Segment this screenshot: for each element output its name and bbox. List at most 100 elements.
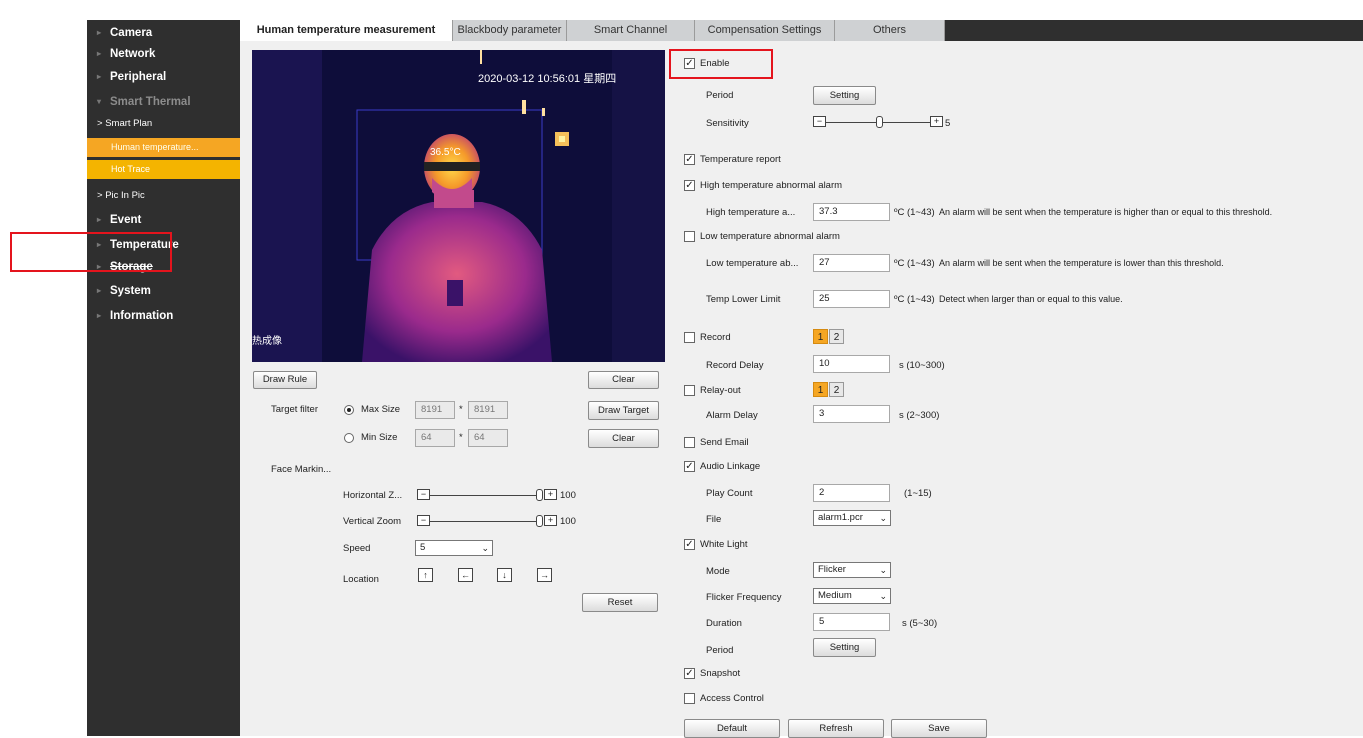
duration-field[interactable]: 5 <box>813 613 890 631</box>
plus-icon[interactable]: + <box>930 116 943 127</box>
record-checkbox[interactable] <box>684 332 695 343</box>
file-select[interactable]: alarm1.pcr ⌄ <box>813 510 891 526</box>
send-email-checkbox[interactable] <box>684 437 695 448</box>
up-arrow-icon[interactable]: ↑ <box>418 568 433 582</box>
alarm-delay-label: Alarm Delay <box>706 410 758 421</box>
sidebar-item-peripheral[interactable]: ▸ Peripheral <box>87 66 240 88</box>
sidebar-item-smart-plan[interactable]: > Smart Plan <box>87 114 240 134</box>
vertical-zoom-knob[interactable] <box>536 515 543 527</box>
horizontal-zoom-knob[interactable] <box>536 489 543 501</box>
flicker-frequency-select[interactable]: Medium ⌄ <box>813 588 891 604</box>
vertical-zoom-label: Vertical Zoom <box>343 516 402 527</box>
vertical-zoom-slider[interactable] <box>430 521 536 522</box>
sensitivity-knob[interactable] <box>876 116 883 128</box>
record-delay-field[interactable]: 10 <box>813 355 890 373</box>
draw-target-button[interactable]: Draw Target <box>588 401 659 420</box>
max-size-height-field[interactable]: 8191 <box>468 401 508 419</box>
tab-compensation[interactable]: Compensation Settings <box>695 20 835 41</box>
period2-setting-button[interactable]: Setting <box>813 638 876 657</box>
temp-lower-limit-field[interactable]: 25 <box>813 290 890 308</box>
max-size-width-field[interactable]: 8191 <box>415 401 455 419</box>
draw-rule-button[interactable]: Draw Rule <box>253 371 317 389</box>
tab-human-temperature[interactable]: Human temperature measurement <box>240 20 453 41</box>
min-size-width-field[interactable]: 64 <box>415 429 455 447</box>
snapshot-checkbox[interactable]: ✓ <box>684 668 695 679</box>
refresh-button[interactable]: Refresh <box>788 719 884 738</box>
tab-smart-channel[interactable]: Smart Channel <box>567 20 695 41</box>
sidebar-item-network[interactable]: ▸ Network <box>87 43 240 65</box>
record-channel-2[interactable]: 2 <box>829 329 844 344</box>
relay-channel-1[interactable]: 1 <box>813 382 828 397</box>
low-threshold-field[interactable]: 27 <box>813 254 890 272</box>
left-arrow-icon[interactable]: ← <box>458 568 473 582</box>
speed-select[interactable]: 5 ⌄ <box>415 540 493 556</box>
mode-label: Mode <box>706 566 730 577</box>
high-alarm-checkbox[interactable]: ✓ <box>684 180 695 191</box>
min-size-height-field[interactable]: 64 <box>468 429 508 447</box>
sidebar-item-hot-trace[interactable]: Hot Trace <box>87 160 240 179</box>
horizontal-zoom-slider[interactable] <box>430 495 536 496</box>
speed-select-value: 5 <box>420 542 426 553</box>
tab-blackbody[interactable]: Blackbody parameter <box>453 20 567 41</box>
mode-select-value: Flicker <box>818 564 846 575</box>
chevron-down-icon: ⌄ <box>879 565 887 575</box>
clear-rule-button[interactable]: Clear <box>588 371 659 389</box>
low-alarm-label: Low temperature abnormal alarm <box>700 231 840 242</box>
audio-linkage-checkbox[interactable]: ✓ <box>684 461 695 472</box>
sidebar-item-human-temperature[interactable]: Human temperature... <box>87 138 240 157</box>
chevron-down-icon: ⌄ <box>481 543 489 553</box>
temp-lower-limit-label: Temp Lower Limit <box>706 294 781 305</box>
relay-out-checkbox[interactable] <box>684 385 695 396</box>
chevron-right-icon: ▸ <box>97 49 102 58</box>
sidebar-item-camera[interactable]: ▸ Camera <box>87 22 240 44</box>
plus-icon[interactable]: + <box>544 515 557 526</box>
sidebar-item-label: Information <box>110 310 174 322</box>
tab-others[interactable]: Others <box>835 20 945 41</box>
reset-button[interactable]: Reset <box>582 593 658 612</box>
high-threshold-field[interactable]: 37.3 <box>813 203 890 221</box>
record-channel-1[interactable]: 1 <box>813 329 828 344</box>
thermal-video[interactable]: 2020-03-12 10:56:01 星期四 36.5°C 热成像 <box>252 50 665 362</box>
sidebar-item-label: Smart Thermal <box>110 96 191 108</box>
sidebar-item-label: Peripheral <box>110 71 167 83</box>
chevron-down-icon: ⌄ <box>879 591 887 601</box>
min-size-radio[interactable] <box>344 433 354 443</box>
access-control-checkbox[interactable] <box>684 693 695 704</box>
default-button[interactable]: Default <box>684 719 780 738</box>
low-alarm-checkbox[interactable] <box>684 231 695 242</box>
sidebar-item-information[interactable]: ▸ Information <box>87 305 240 327</box>
sidebar-item-label: Smart Plan <box>105 118 153 129</box>
speed-label: Speed <box>343 543 371 554</box>
lower-description: Detect when larger than or equal to this… <box>939 294 1123 304</box>
white-light-checkbox[interactable]: ✓ <box>684 539 695 550</box>
period-setting-button[interactable]: Setting <box>813 86 876 105</box>
minus-icon[interactable]: − <box>417 515 430 526</box>
min-size-label: Min Size <box>361 432 398 443</box>
minus-icon[interactable]: − <box>417 489 430 500</box>
highlight-box-temperature <box>10 232 172 272</box>
high-description: An alarm will be sent when the temperatu… <box>939 207 1273 217</box>
plus-icon[interactable]: + <box>544 489 557 500</box>
clear-target-button[interactable]: Clear <box>588 429 659 448</box>
relay-out-label: Relay-out <box>700 385 741 396</box>
relay-channel-2[interactable]: 2 <box>829 382 844 397</box>
tab-bar: Human temperature measurement Blackbody … <box>240 20 1363 41</box>
save-button[interactable]: Save <box>891 719 987 738</box>
low-unit-label: ºC (1~43) <box>894 258 935 269</box>
period2-label: Period <box>706 645 734 656</box>
mode-select[interactable]: Flicker ⌄ <box>813 562 891 578</box>
chevron-down-icon: ▾ <box>97 97 102 106</box>
low-threshold-label: Low temperature ab... <box>706 258 799 269</box>
sidebar-item-event[interactable]: ▸ Event <box>87 209 240 231</box>
max-size-radio[interactable] <box>344 405 354 415</box>
down-arrow-icon[interactable]: ↓ <box>497 568 512 582</box>
right-arrow-icon[interactable]: → <box>537 568 552 582</box>
sidebar-item-smart-thermal[interactable]: ▾ Smart Thermal <box>87 91 240 113</box>
video-temp-label: 36.5°C <box>430 147 461 158</box>
sidebar-item-system[interactable]: ▸ System <box>87 280 240 302</box>
alarm-delay-field[interactable]: 3 <box>813 405 890 423</box>
play-count-field[interactable]: 2 <box>813 484 890 502</box>
minus-icon[interactable]: − <box>813 116 826 127</box>
sidebar-item-pic-in-pic[interactable]: > Pic In Pic <box>87 186 240 206</box>
temperature-report-checkbox[interactable]: ✓ <box>684 154 695 165</box>
